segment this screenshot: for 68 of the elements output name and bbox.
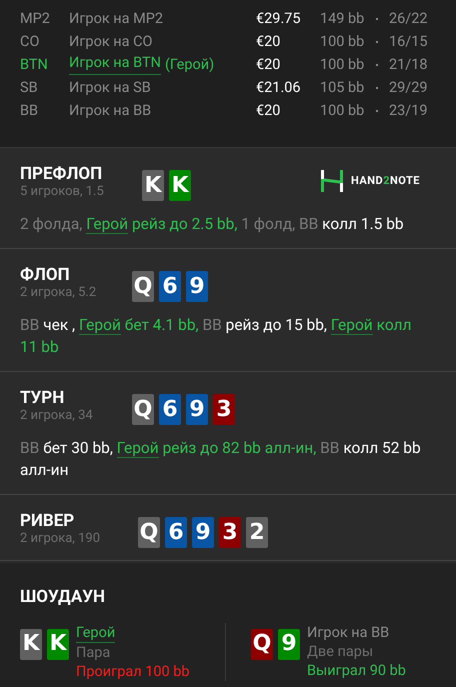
playing-card: Q xyxy=(132,271,154,302)
street-title: РИВЕР xyxy=(20,511,76,531)
street-info: 2 игрока, 34 xyxy=(20,408,94,423)
street-info: 5 игроков, 1.5 xyxy=(20,184,105,199)
stack-bb: 149 bb xyxy=(320,8,366,29)
hero-link[interactable]: Герой xyxy=(330,316,373,335)
player-name: Игрок на BB xyxy=(307,622,390,642)
hero-link[interactable]: Герой xyxy=(86,215,128,234)
street-title: ПРЕФЛОП xyxy=(20,164,104,184)
stack-amount: €20 xyxy=(256,100,282,121)
playing-card: K xyxy=(20,628,42,660)
player-name: Игрок на SB xyxy=(69,78,151,98)
player-name: Игрок на MP2 xyxy=(69,8,164,29)
street-title: ТУРН xyxy=(20,388,66,408)
street-info: 2 игрока, 5.2 xyxy=(20,285,98,300)
playing-card: K xyxy=(169,170,191,201)
player-stats: 16/15 xyxy=(389,32,428,52)
logo-text: HAND2NOTE xyxy=(351,172,420,189)
stack-amount: €20 xyxy=(256,54,282,75)
stack-bb: 100 bb xyxy=(320,100,366,121)
playing-card: 2 xyxy=(246,517,268,548)
playing-card: 9 xyxy=(186,271,208,302)
showdown-title: ШОУДАУН xyxy=(20,586,106,609)
playing-card: Q xyxy=(251,628,273,660)
player-name[interactable]: Игрок на BTN xyxy=(69,54,161,76)
hand-combo: Две пары xyxy=(307,642,374,660)
playing-card: 9 xyxy=(278,628,300,660)
logo-icon xyxy=(321,170,344,192)
hand-result: Выиграл 90 bb xyxy=(307,660,406,680)
hand-combo: Пара xyxy=(76,642,112,662)
hero-link[interactable]: Герой xyxy=(76,622,116,642)
position-label: BTN xyxy=(20,54,49,75)
playing-card: 6 xyxy=(159,394,181,425)
playing-card: 9 xyxy=(186,394,208,425)
hero-tag: (Герой) xyxy=(164,54,214,76)
stack-bb: 105 bb xyxy=(320,78,366,98)
playing-card: 3 xyxy=(213,394,235,425)
playing-card: K xyxy=(47,628,69,660)
playing-card: 3 xyxy=(219,517,241,548)
stack-bb: 100 bb xyxy=(320,54,366,75)
position-label: BB xyxy=(20,100,40,121)
stack-bb: 100 bb xyxy=(320,32,366,52)
street-info: 2 игрока, 190 xyxy=(20,531,102,546)
hero-link[interactable]: Герой xyxy=(78,316,121,335)
playing-card: 6 xyxy=(165,517,187,548)
stack-amount: €21.06 xyxy=(256,78,302,98)
street-title: ФЛОП xyxy=(20,265,71,285)
player-stats: 23/19 xyxy=(389,100,428,121)
player-name: Игрок на BB xyxy=(69,100,152,121)
hand-result: Проиграл 100 bb xyxy=(76,662,190,680)
action-line: BB чек , Герой бет 4.1 bb, BB рейз до 15 bb, Герой колл 11 bb xyxy=(20,315,412,358)
player-stats: 26/22 xyxy=(389,8,428,29)
position-label: SB xyxy=(20,78,39,98)
playing-card: K xyxy=(142,170,164,201)
stack-amount: €29.75 xyxy=(256,8,302,29)
stack-amount: €20 xyxy=(256,32,282,52)
player-name: Игрок на CO xyxy=(69,32,153,52)
action-line: 2 фолда, Герой рейз до 2.5 bb, 1 фолд, BB колл 1.5 bb xyxy=(20,214,405,235)
position-label: MP2 xyxy=(20,8,51,29)
hero-link[interactable]: Герой xyxy=(116,439,159,458)
player-stats: 21/18 xyxy=(389,54,428,75)
playing-card: 6 xyxy=(159,271,181,302)
playing-card: Q xyxy=(138,517,160,548)
playing-card: 9 xyxy=(192,517,214,548)
playing-card: Q xyxy=(132,394,154,425)
position-label: CO xyxy=(20,32,40,52)
action-line: BB бет 30 bb, Герой рейз до 82 bb алл-ин, BB колл 52 bb алл-ин xyxy=(20,438,422,481)
player-stats: 29/29 xyxy=(389,78,428,98)
